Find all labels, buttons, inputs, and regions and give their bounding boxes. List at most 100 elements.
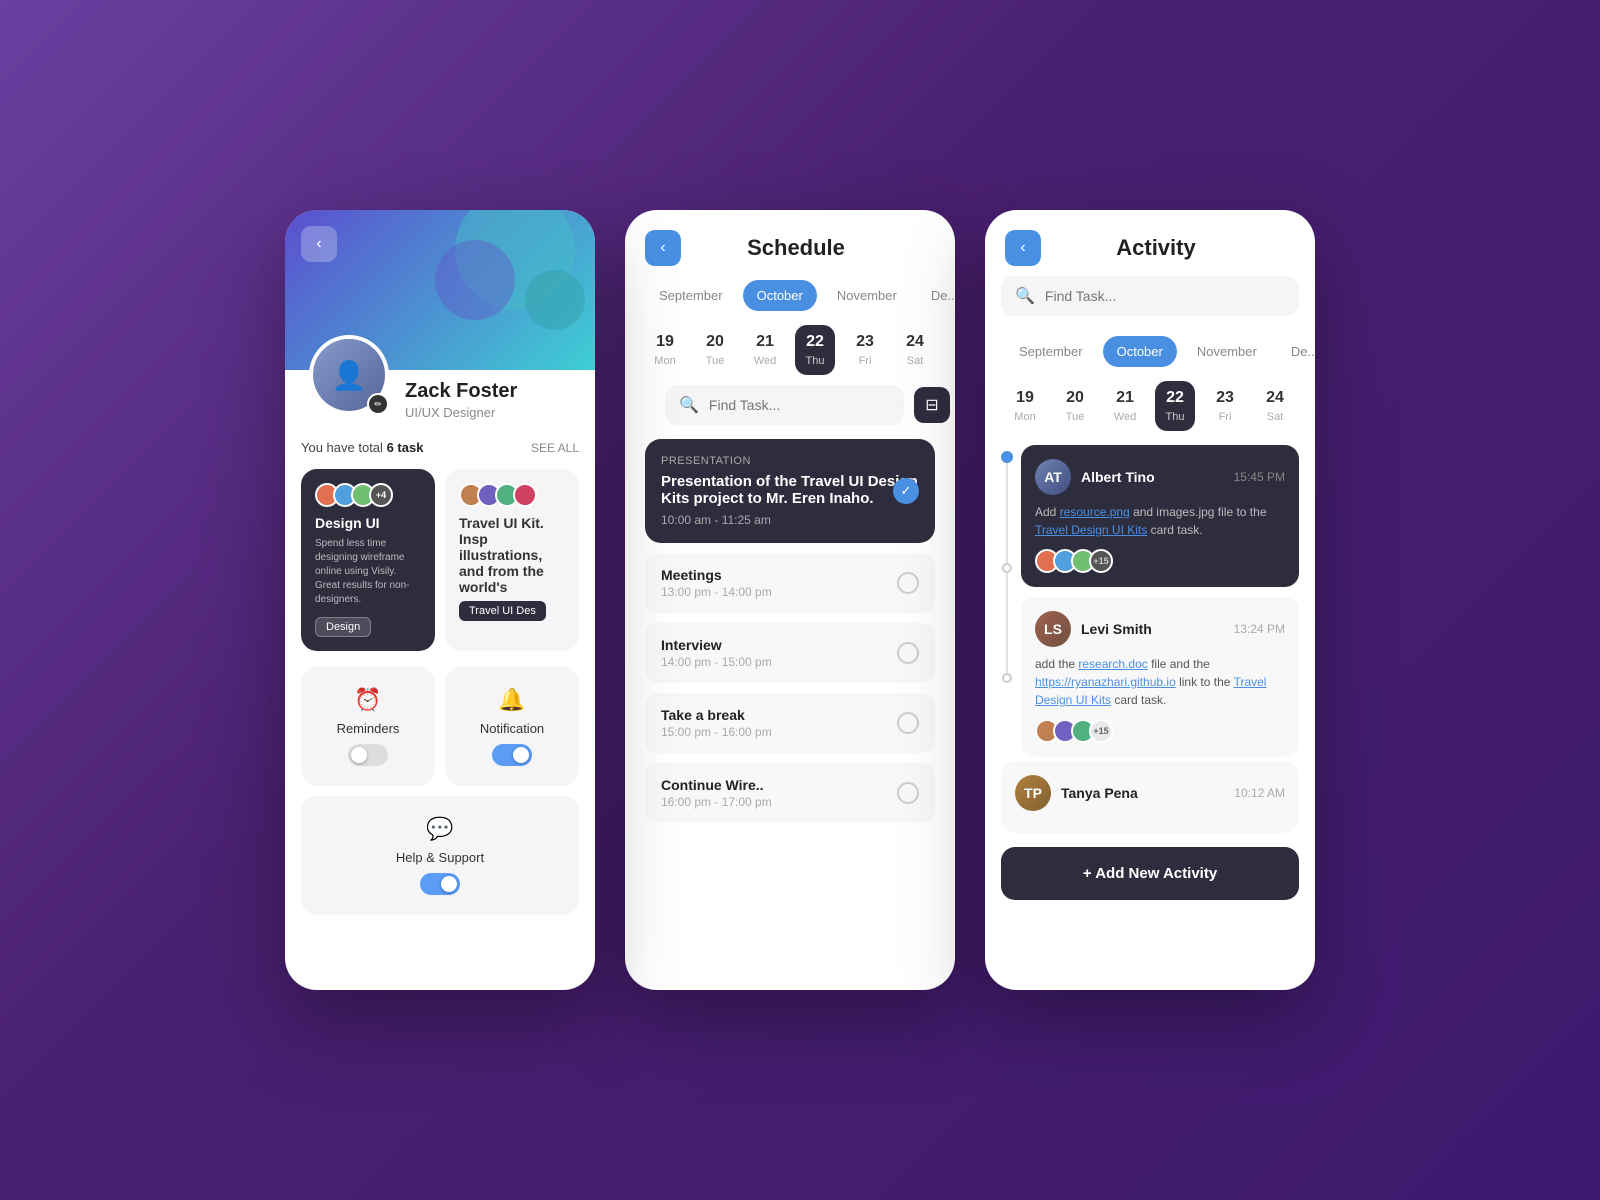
interview-circle [897, 642, 919, 664]
settings-grid-2: 💬 Help & Support [301, 796, 579, 915]
timeline-dot-1 [1001, 451, 1013, 463]
activity-search-icon: 🔍 [1015, 286, 1035, 306]
help-support-toggle[interactable] [420, 873, 460, 895]
levi-smith-activity: LS Levi Smith 13:24 PM add the research.… [1021, 597, 1299, 757]
albert-avatar: AT [1035, 459, 1071, 495]
act-month-nov[interactable]: November [1183, 336, 1271, 367]
presentation-card[interactable]: PRESENTATION Presentation of the Travel … [645, 439, 935, 543]
timeline-dot-2 [1002, 563, 1012, 573]
search-icon: 🔍 [679, 395, 699, 415]
notification-toggle[interactable] [492, 744, 532, 766]
task-card-design[interactable]: +4 Design UI Spend less time designing w… [301, 469, 435, 651]
levi-time: 13:24 PM [1234, 622, 1285, 636]
task-description: Spend less time designing wireframe onli… [315, 537, 421, 607]
albert-avatars: +15 [1035, 549, 1285, 573]
day-item-24[interactable]: 24 Sat [895, 325, 935, 375]
albert-time: 15:45 PM [1234, 470, 1285, 484]
meetings-item[interactable]: Meetings 13:00 pm - 14:00 pm [645, 553, 935, 613]
levi-avatar: LS [1035, 611, 1071, 647]
act-month-dec[interactable]: De... [1277, 336, 1315, 367]
month-tab-october[interactable]: October [743, 280, 817, 311]
day-item-20[interactable]: 20 Tue [695, 325, 735, 375]
act-month-oct[interactable]: October [1103, 336, 1177, 367]
interview-item[interactable]: Interview 14:00 pm - 15:00 pm [645, 623, 935, 683]
profile-header: ‹ 👤 ✏ Zack Foster UI/UX Designer [285, 210, 595, 370]
reminders-icon: ⏰ [354, 687, 381, 713]
schedule-back-button[interactable]: ‹ [645, 230, 681, 266]
day-item-21[interactable]: 21 Wed [745, 325, 785, 375]
task-cards-row: +4 Design UI Spend less time designing w… [301, 469, 579, 651]
day-item-23[interactable]: 23 Fri [845, 325, 885, 375]
activity-search-input[interactable] [1045, 288, 1285, 304]
activity-card: ‹ Activity 🔍 September October November … [985, 210, 1315, 990]
avatar-count-l: +15 [1089, 719, 1113, 743]
reminders-toggle[interactable] [348, 744, 388, 766]
tasks-count-text: You have total 6 task [301, 440, 423, 455]
activity-user-1: AT Albert Tino [1035, 459, 1155, 495]
profile-back-button[interactable]: ‹ [301, 226, 337, 262]
task-avatars: +4 [315, 483, 421, 507]
month-tab-september[interactable]: September [645, 280, 737, 311]
tanya-time: 10:12 AM [1234, 786, 1285, 800]
activity-back-button[interactable]: ‹ [1005, 230, 1041, 266]
reminders-label: Reminders [337, 721, 400, 736]
tasks-header: You have total 6 task SEE ALL [301, 440, 579, 455]
notification-setting: 🔔 Notification [445, 667, 579, 786]
task-avatars-2 [459, 483, 565, 507]
interview-title: Interview [661, 637, 772, 653]
act-day-21[interactable]: 21 Wed [1105, 381, 1145, 431]
meetings-time: 13:00 pm - 14:00 pm [661, 585, 772, 599]
day-item-22-active[interactable]: 22 Thu [795, 325, 835, 375]
levi-text: add the research.doc file and the https:… [1035, 655, 1285, 709]
break-item[interactable]: Take a break 15:00 pm - 16:00 pm [645, 693, 935, 753]
day-row: 19 Mon 20 Tue 21 Wed 22 Thu 23 Fri 24 Sa… [625, 321, 955, 385]
help-support-icon: 💬 [426, 816, 453, 842]
albert-text: Add resource.png and images.jpg file to … [1035, 503, 1285, 539]
filter-button[interactable]: ⊟ [914, 387, 950, 423]
albert-tino-activity: AT Albert Tino 15:45 PM Add resource.png… [1021, 445, 1299, 587]
settings-grid: ⏰ Reminders 🔔 Notification [301, 667, 579, 786]
schedule-card: ‹ Schedule September October November De… [625, 210, 955, 990]
month-tab-dec[interactable]: De... [917, 280, 955, 311]
activity-search-wrapper: 🔍 [985, 266, 1315, 322]
presentation-check: ✓ [893, 478, 919, 504]
act-day-24[interactable]: 24 Sat [1255, 381, 1295, 431]
profile-avatar-wrapper: 👤 ✏ [309, 335, 389, 415]
reminders-setting: ⏰ Reminders [301, 667, 435, 786]
continue-item[interactable]: Continue Wire.. 16:00 pm - 17:00 pm [645, 763, 935, 823]
task-tag-2: Travel UI Des [459, 601, 546, 621]
avatar-count-a: +15 [1089, 549, 1113, 573]
presentation-time: 10:00 am - 11:25 am [661, 513, 919, 527]
day-item-19[interactable]: 19 Mon [645, 325, 685, 375]
continue-time: 16:00 pm - 17:00 pm [661, 795, 772, 809]
notification-icon: 🔔 [498, 687, 525, 713]
act-month-sep[interactable]: September [1005, 336, 1097, 367]
tanya-avatar: TP [1015, 775, 1051, 811]
act-day-23[interactable]: 23 Fri [1205, 381, 1245, 431]
act-day-19[interactable]: 19 Mon [1005, 381, 1045, 431]
act-day-22-active[interactable]: 22 Thu [1155, 381, 1195, 431]
github-link[interactable]: https://ryanazhari.github.io [1035, 675, 1176, 689]
month-tab-november[interactable]: November [823, 280, 911, 311]
edit-avatar-button[interactable]: ✏ [367, 393, 389, 415]
levi-avatars: +15 [1035, 719, 1285, 743]
act-day-20[interactable]: 20 Tue [1055, 381, 1095, 431]
activity-month-tabs: September October November De... [985, 322, 1315, 377]
travel-kits-link-1[interactable]: Travel Design UI Kits [1035, 523, 1147, 537]
activity-user-2: LS Levi Smith [1035, 611, 1152, 647]
search-row: 🔍 ⊟ [645, 385, 935, 425]
notification-label: Notification [480, 721, 544, 736]
task-tag: Design [315, 617, 371, 637]
research-link[interactable]: research.doc [1078, 657, 1147, 671]
search-input[interactable] [709, 397, 890, 413]
add-activity-button[interactable]: + Add New Activity [1001, 847, 1299, 900]
month-tabs: September October November De... [625, 266, 955, 321]
see-all-link[interactable]: SEE ALL [531, 441, 579, 455]
task-card-travel[interactable]: Travel UI Kit. Insp illustrations, and f… [445, 469, 579, 651]
tanya-name: Tanya Pena [1061, 785, 1138, 801]
activity-top-2: LS Levi Smith 13:24 PM [1035, 611, 1285, 647]
schedule-title: Schedule [693, 235, 899, 261]
resource-link[interactable]: resource.png [1060, 505, 1130, 519]
levi-name: Levi Smith [1081, 621, 1152, 637]
profile-body: You have total 6 task SEE ALL +4 Design … [285, 370, 595, 945]
